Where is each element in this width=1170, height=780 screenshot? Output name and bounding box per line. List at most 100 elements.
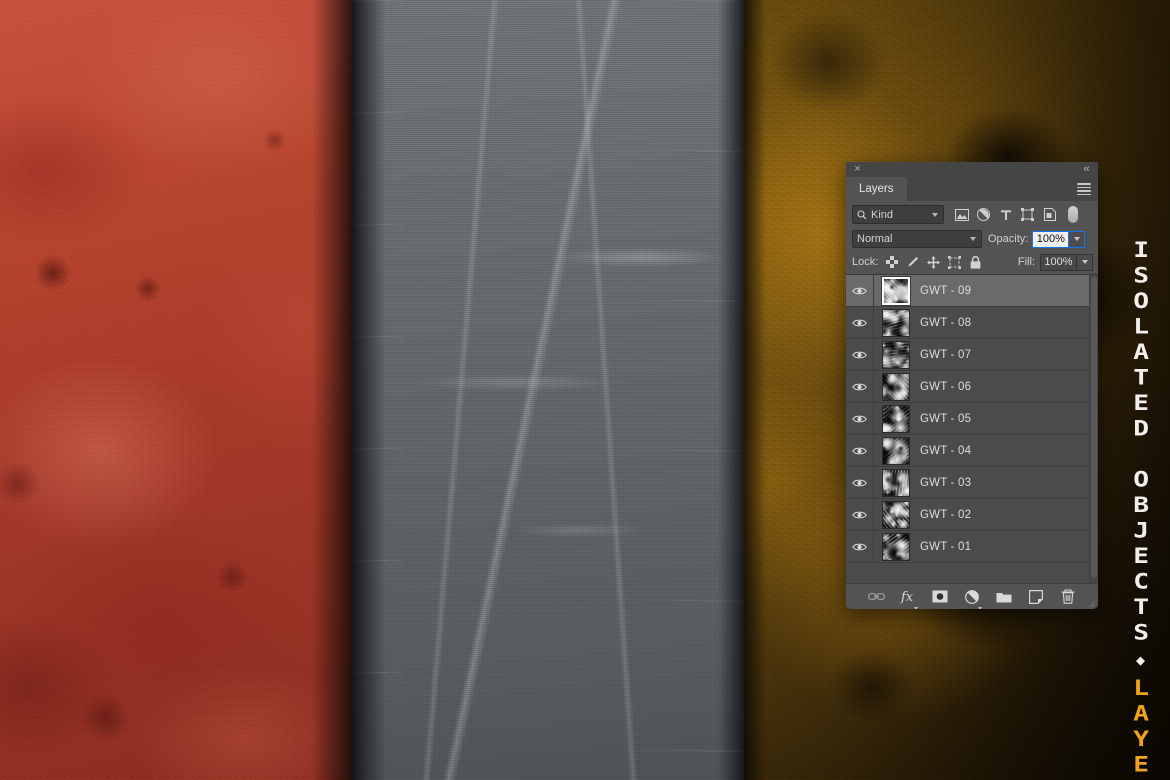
- opacity-input[interactable]: 100%: [1032, 230, 1070, 248]
- lock-label: Lock:: [852, 256, 879, 268]
- lock-icons-group: [884, 255, 983, 270]
- layer-thumbnail-cell[interactable]: [874, 307, 918, 338]
- layer-row[interactable]: GWT - 02: [846, 499, 1098, 531]
- new-adjustment-layer-button[interactable]: [962, 587, 982, 609]
- layer-visibility-toggle[interactable]: [846, 403, 874, 434]
- layer-thumbnail-cell[interactable]: [874, 531, 918, 562]
- close-icon[interactable]: ×: [851, 163, 864, 176]
- layer-thumbnail[interactable]: [882, 404, 910, 433]
- layer-thumbnail[interactable]: [882, 500, 910, 529]
- layer-list-scrollbar[interactable]: [1089, 275, 1098, 583]
- layer-thumbnail-cell[interactable]: [874, 435, 918, 466]
- opacity-stepper-chevron[interactable]: [1069, 230, 1086, 248]
- layer-thumbnail[interactable]: [882, 468, 910, 497]
- filter-kind-select[interactable]: Kind: [852, 205, 944, 224]
- lock-artboard-nesting-icon[interactable]: [947, 255, 962, 270]
- lock-transparency-icon[interactable]: [884, 255, 899, 270]
- layer-thumbnail-cell[interactable]: [874, 403, 918, 434]
- layer-style-button[interactable]: fx: [898, 587, 918, 609]
- layer-name: GWT - 05: [920, 412, 972, 425]
- layer-row[interactable]: GWT - 05: [846, 403, 1098, 435]
- layer-thumbnail[interactable]: [882, 532, 910, 561]
- layer-visibility-toggle[interactable]: [846, 531, 874, 562]
- layer-row[interactable]: GWT - 03: [846, 467, 1098, 499]
- layer-thumbnail-cell[interactable]: [874, 275, 918, 306]
- layer-thumbnail[interactable]: [882, 340, 910, 369]
- eye-icon: [852, 511, 867, 518]
- layer-row[interactable]: GWT - 06: [846, 371, 1098, 403]
- layer-thumbnail[interactable]: [882, 308, 910, 337]
- layer-visibility-toggle[interactable]: [846, 339, 874, 370]
- layer-thumbnail-texture: [883, 405, 909, 432]
- layer-visibility-toggle[interactable]: [846, 467, 874, 498]
- layer-thumbnail-cell[interactable]: [874, 499, 918, 530]
- lock-position-icon[interactable]: [926, 255, 941, 270]
- layer-thumbnail-texture: [883, 341, 909, 368]
- promo-vertical-text: ISOLATED OBJECTS ◆ LAYERED: [1112, 238, 1168, 780]
- layer-visibility-toggle[interactable]: [846, 275, 874, 306]
- smart-object-filter-icon[interactable]: [1040, 205, 1059, 224]
- hamburger-menu-icon[interactable]: [1077, 183, 1091, 195]
- red-texture-grain: [0, 0, 352, 780]
- eye-icon: [852, 319, 867, 326]
- blend-mode-value: Normal: [857, 233, 893, 245]
- add-layer-mask-button[interactable]: [930, 587, 950, 607]
- filter-enable-toggle[interactable]: [1067, 205, 1079, 224]
- layer-name: GWT - 09: [920, 284, 972, 297]
- layer-name: GWT - 07: [920, 348, 972, 361]
- lock-image-pixels-icon[interactable]: [905, 255, 920, 270]
- red-panel-right-shadow: [312, 0, 352, 780]
- tab-layers[interactable]: Layers: [846, 177, 907, 201]
- collapse-panel-icon[interactable]: ‹‹: [1079, 163, 1093, 176]
- layer-thumbnail-texture: [883, 309, 909, 336]
- lock-all-icon[interactable]: [968, 255, 983, 270]
- eye-icon: [852, 383, 867, 390]
- shape-layer-filter-icon[interactable]: [1018, 205, 1037, 224]
- layer-name: GWT - 03: [920, 476, 972, 489]
- fill-input[interactable]: 100%: [1040, 253, 1077, 271]
- pixel-layer-filter-icon[interactable]: [952, 205, 971, 224]
- layer-thumbnail-cell[interactable]: [874, 467, 918, 498]
- blend-mode-select[interactable]: Normal: [852, 230, 982, 248]
- link-layers-button[interactable]: [866, 587, 886, 607]
- layer-row[interactable]: GWT - 09: [846, 275, 1098, 307]
- promo-line-white: ISOLATED OBJECTS: [1125, 238, 1156, 646]
- layer-visibility-toggle[interactable]: [846, 371, 874, 402]
- new-group-button[interactable]: [994, 587, 1014, 607]
- chevron-down-icon: [970, 237, 976, 241]
- new-layer-button[interactable]: [1026, 587, 1046, 607]
- layer-row[interactable]: GWT - 04: [846, 435, 1098, 467]
- layer-row[interactable]: GWT - 07: [846, 339, 1098, 371]
- fill-stepper-chevron[interactable]: [1077, 253, 1093, 271]
- eye-icon: [852, 415, 867, 422]
- layer-thumbnail-texture: [883, 469, 909, 496]
- delete-layer-button[interactable]: [1058, 587, 1078, 607]
- layer-row[interactable]: GWT - 08: [846, 307, 1098, 339]
- filter-kind-label: Kind: [871, 208, 894, 221]
- layer-filter-row: Kind: [846, 201, 1098, 228]
- layer-list-scroll-thumb[interactable]: [1091, 276, 1097, 578]
- svg-text:fx: fx: [900, 590, 914, 604]
- layer-thumbnail[interactable]: [882, 372, 910, 401]
- layer-row[interactable]: GWT - 01: [846, 531, 1098, 563]
- layer-thumbnail[interactable]: [882, 436, 910, 465]
- gray-slate-panel: [352, 0, 744, 780]
- layer-thumbnail-cell[interactable]: [874, 339, 918, 370]
- panel-titlebar: × ‹‹: [846, 162, 1098, 177]
- promo-separator-diamond: ◆: [1131, 651, 1150, 671]
- layer-visibility-toggle[interactable]: [846, 435, 874, 466]
- layer-visibility-toggle[interactable]: [846, 307, 874, 338]
- eye-icon: [852, 287, 867, 294]
- adjustment-layer-filter-icon[interactable]: [974, 205, 993, 224]
- layer-list[interactable]: GWT - 09 GWT - 08 GWT - 07 GWT - 06 GWT - 05…: [846, 274, 1098, 583]
- layer-visibility-toggle[interactable]: [846, 499, 874, 530]
- type-layer-filter-icon[interactable]: [996, 205, 1015, 224]
- slate-grain: [352, 0, 744, 780]
- layer-thumbnail[interactable]: [881, 275, 911, 306]
- layer-thumbnail-texture: [883, 533, 909, 560]
- layer-name: GWT - 08: [920, 316, 972, 329]
- layer-thumbnail-cell[interactable]: [874, 371, 918, 402]
- fill-label: Fill:: [1017, 256, 1035, 268]
- screenshot-canvas: ISOLATED OBJECTS ◆ LAYERED × ‹‹ Layers K…: [0, 0, 1170, 780]
- panel-resize-grip[interactable]: [1086, 598, 1096, 608]
